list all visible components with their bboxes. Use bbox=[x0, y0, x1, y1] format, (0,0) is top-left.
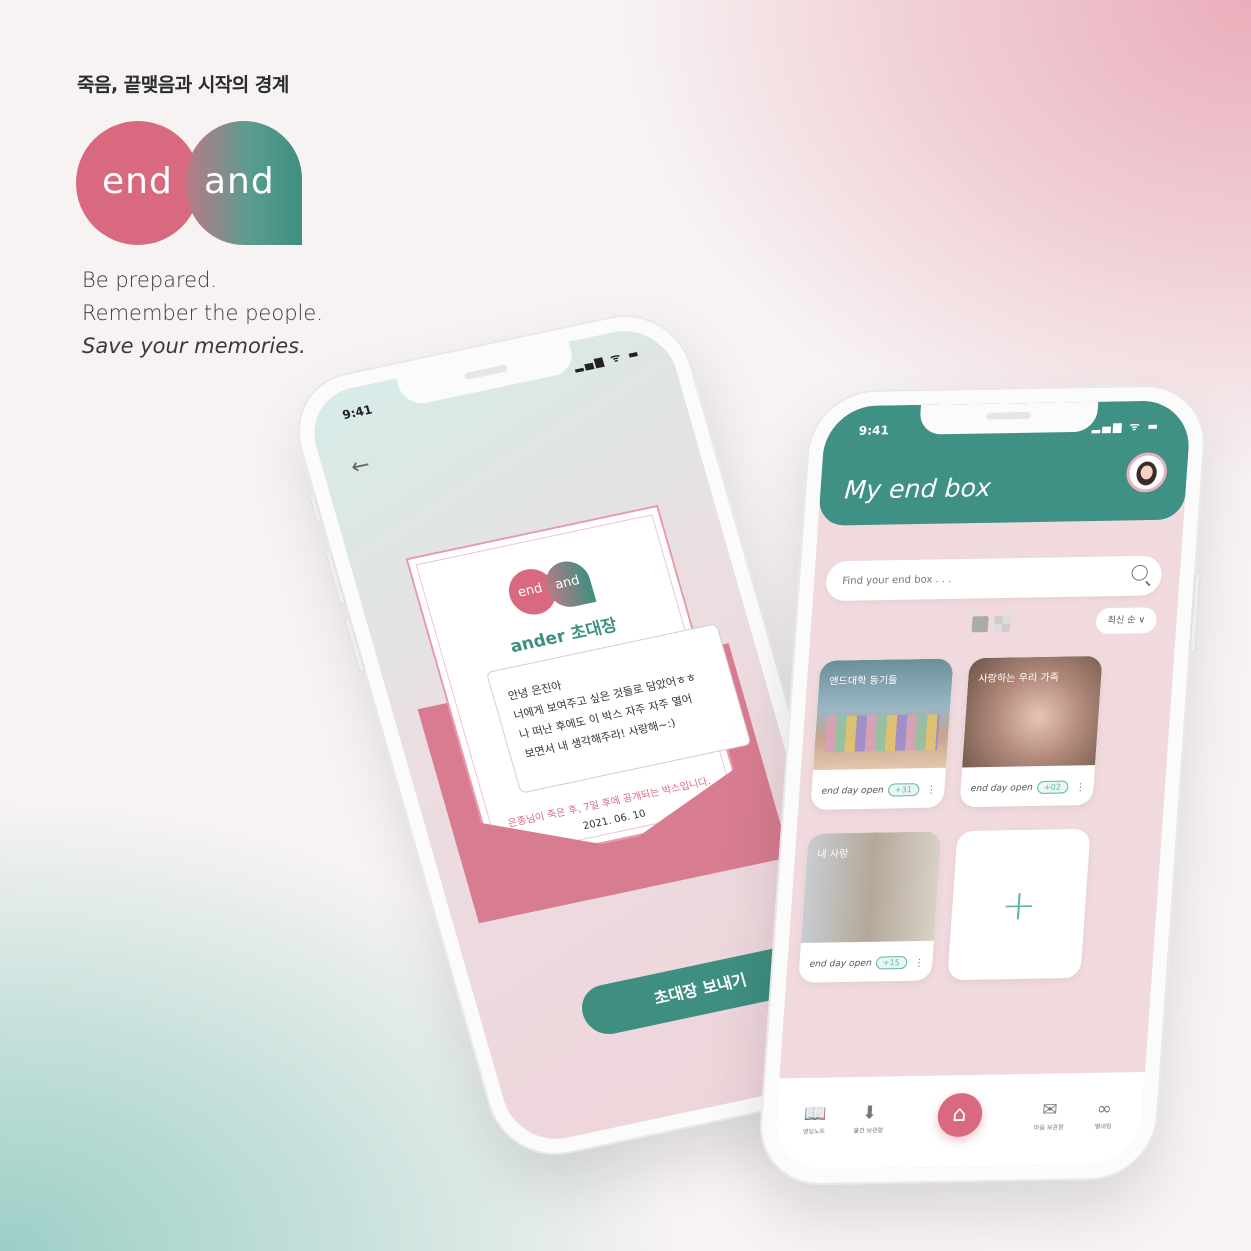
slogan-line-2: Remember the people. bbox=[82, 301, 323, 325]
logo-word-end: end bbox=[102, 161, 173, 202]
avatar[interactable] bbox=[1125, 452, 1169, 493]
nav-label: 별내림 bbox=[1094, 1123, 1112, 1131]
grid-view-icon[interactable] bbox=[993, 615, 1011, 632]
home-icon: ⌂ bbox=[951, 1101, 968, 1128]
slogan-line-3: Save your memories. bbox=[82, 334, 306, 358]
add-box-button[interactable]: + bbox=[947, 828, 1091, 981]
invitation-card: end and ander 초대장 안녕 은진아 너에게 보여주고 싶은 것들로… bbox=[405, 504, 791, 925]
mail-icon: ✉ bbox=[1041, 1099, 1059, 1121]
search-input[interactable] bbox=[839, 565, 1047, 593]
tagline-ko: 죽음, 끝맺음과 시작의 경계 bbox=[77, 74, 289, 96]
tile-footer: end day open +31 bbox=[821, 783, 920, 798]
more-icon[interactable]: ⋮ bbox=[926, 785, 937, 796]
member-badge: +31 bbox=[887, 783, 920, 797]
arrow-left-icon[interactable]: ← bbox=[348, 452, 373, 480]
infinity-icon: ∞ bbox=[1095, 1098, 1113, 1120]
member-badge: +15 bbox=[875, 956, 908, 970]
tile-footer: end day open +02 bbox=[970, 780, 1069, 796]
notch bbox=[918, 401, 1098, 435]
logo-word-and: and bbox=[204, 161, 275, 202]
volume-down-button bbox=[343, 617, 366, 673]
download-box-icon: ⬇ bbox=[861, 1102, 878, 1124]
mute-switch bbox=[307, 492, 323, 523]
page-title: My end box bbox=[843, 473, 992, 505]
tile-caption: 사랑하는 우리 가족 bbox=[977, 672, 1060, 685]
open-label: end day open bbox=[970, 783, 1034, 795]
nav-label: 물건 보관함 bbox=[853, 1127, 884, 1135]
more-icon[interactable]: ⋮ bbox=[914, 958, 925, 969]
home-button[interactable]: ⌂ bbox=[935, 1092, 984, 1138]
plus-icon: + bbox=[999, 879, 1039, 930]
end-box-tile[interactable]: 앤드대학 동기들 end day open +31 ⋮ bbox=[810, 658, 954, 810]
power-button bbox=[1189, 572, 1202, 653]
search-bar[interactable] bbox=[824, 555, 1164, 602]
more-icon[interactable]: ⋮ bbox=[1075, 782, 1086, 793]
bottom-nav: 📖 엔딩노트 ⬇ 물건 보관함 ⌂ ✉ 마음 보관함 ∞ 별내림 bbox=[773, 1072, 1146, 1170]
phone-end-box: 9:41 ▂▄▆ ᯤ ▬ My end box 최신 순 ∨ 앤드대학 동기들 … bbox=[755, 383, 1210, 1187]
single-view-icon[interactable] bbox=[971, 616, 989, 633]
nav-item-storage[interactable]: ⬇ 물건 보관함 bbox=[848, 1101, 891, 1135]
status-icons: ▂▄▆ ᯤ ▬ bbox=[1091, 419, 1161, 434]
nav-label: 엔딩노트 bbox=[802, 1128, 826, 1136]
search-icon[interactable] bbox=[1131, 564, 1149, 581]
sort-dropdown[interactable]: 최신 순 ∨ bbox=[1095, 607, 1158, 635]
end-box-tile[interactable]: 사랑하는 우리 가족 end day open +02 ⋮ bbox=[959, 655, 1103, 808]
slogan: Be prepared. Remember the people. Save y… bbox=[82, 264, 323, 363]
volume-up-button bbox=[324, 549, 346, 606]
book-icon: 📖 bbox=[803, 1103, 828, 1125]
nav-star[interactable]: ∞ 별내림 bbox=[1083, 1097, 1126, 1131]
member-badge: +02 bbox=[1036, 780, 1069, 794]
end-box-tile[interactable]: 내 사랑 end day open +15 ⋮ bbox=[798, 831, 942, 983]
tile-caption: 앤드대학 동기들 bbox=[828, 675, 898, 688]
open-label: end day open bbox=[809, 958, 872, 970]
nav-heart-storage[interactable]: ✉ 마음 보관함 bbox=[1028, 1098, 1071, 1132]
end-box-screen: 9:41 ▂▄▆ ᯤ ▬ My end box 최신 순 ∨ 앤드대학 동기들 … bbox=[773, 400, 1192, 1170]
nav-label: 마음 보관함 bbox=[1033, 1124, 1064, 1132]
slogan-line-1: Be prepared. bbox=[82, 268, 218, 292]
tile-footer: end day open +15 bbox=[809, 956, 908, 971]
brand-logo: end and bbox=[76, 121, 302, 245]
tile-caption: 내 사랑 bbox=[816, 848, 849, 861]
status-time: 9:41 bbox=[340, 402, 374, 423]
open-label: end day open bbox=[821, 785, 885, 797]
status-icons: ▂▄▆ ᯤ ▬ bbox=[572, 346, 642, 374]
status-time: 9:41 bbox=[858, 423, 890, 438]
nav-ending-note[interactable]: 📖 엔딩노트 bbox=[794, 1102, 837, 1136]
